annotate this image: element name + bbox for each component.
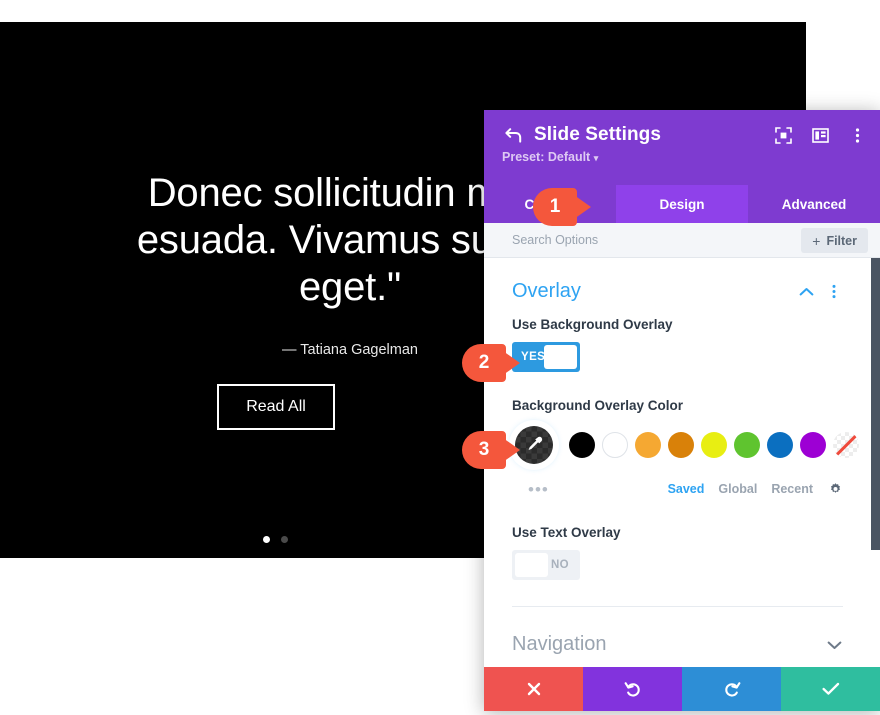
section-title-navigation: Navigation [512, 633, 607, 655]
swatch-blue[interactable] [767, 432, 793, 458]
toggle-value: YES [521, 351, 546, 363]
section-menu-icon[interactable] [825, 283, 843, 301]
label-background-overlay-color: Background Overlay Color [512, 398, 684, 413]
toggle-value: NO [550, 559, 569, 571]
search-input[interactable] [512, 233, 762, 247]
color-swatch-row [512, 423, 859, 467]
more-vertical-icon[interactable] [848, 126, 866, 144]
swatch-purple[interactable] [800, 432, 826, 458]
swatch-light-orange[interactable] [635, 432, 661, 458]
color-source-tabs: Saved Global Recent [668, 481, 843, 497]
tab-content[interactable]: Content [484, 185, 616, 223]
gear-icon[interactable] [827, 481, 843, 497]
filter-label: Filter [826, 233, 857, 248]
label-use-text-overlay: Use Text Overlay [512, 525, 621, 540]
chevron-down-icon[interactable] [825, 636, 843, 654]
redo-button[interactable] [682, 667, 781, 711]
section-header-overlay[interactable]: Overlay [512, 258, 843, 317]
preset-selector[interactable]: Preset: Default ▾ [502, 150, 862, 164]
chevron-down-icon: ▾ [593, 153, 599, 163]
swatch-dark-orange[interactable] [668, 432, 694, 458]
field-use-background-overlay: Use Background Overlay YES [512, 317, 843, 372]
modal-title: Slide Settings [534, 124, 662, 145]
save-button[interactable] [781, 667, 880, 711]
search-row: + Filter [484, 223, 880, 258]
check-icon [821, 682, 839, 695]
swatch-white[interactable] [602, 432, 628, 458]
toggle-use-text-overlay[interactable]: NO [512, 550, 580, 580]
slider-dot-2[interactable] [280, 536, 288, 543]
preset-label: Preset: Default [502, 150, 591, 164]
redo-icon [724, 682, 740, 697]
cancel-button[interactable] [484, 667, 583, 711]
color-tab-saved[interactable]: Saved [668, 482, 705, 496]
scrollbar-thumb[interactable] [871, 258, 880, 550]
swatch-none[interactable] [833, 432, 859, 458]
field-use-text-overlay: Use Text Overlay NO [512, 525, 843, 580]
more-colors-icon[interactable]: ••• [528, 481, 549, 498]
chevron-up-icon[interactable] [797, 283, 815, 301]
screen: Donec sollicitudin mole esuada. Vivamus … [0, 0, 880, 715]
options-scroll-area: Overlay Use Background Overlay YES Backg… [484, 258, 871, 667]
swatch-yellow[interactable] [701, 432, 727, 458]
read-all-button[interactable]: Read All [217, 384, 335, 430]
scrollbar-track[interactable] [871, 258, 880, 667]
slider-dot-1[interactable] [262, 536, 270, 543]
close-icon [527, 682, 540, 696]
modal-footer-actions [484, 667, 880, 711]
modal-tabs: Content Design Advanced [484, 185, 880, 223]
modal-header: Slide Settings Preset: Default ▾ [484, 110, 880, 185]
color-picker-button[interactable] [512, 423, 556, 467]
toggle-knob [544, 345, 577, 369]
color-tab-recent[interactable]: Recent [771, 482, 813, 496]
toggle-use-background-overlay[interactable]: YES [512, 342, 580, 372]
color-tab-global[interactable]: Global [718, 482, 757, 496]
modal-body: Overlay Use Background Overlay YES Backg… [484, 258, 880, 667]
tab-design[interactable]: Design [616, 185, 748, 223]
toggle-knob [515, 553, 548, 577]
layout-view-icon[interactable] [811, 126, 829, 144]
slider-pagination[interactable] [0, 536, 550, 543]
section-header-navigation[interactable]: Navigation [512, 607, 843, 667]
filter-button[interactable]: + Filter [801, 228, 868, 253]
label-use-background-overlay: Use Background Overlay [512, 317, 673, 332]
undo-icon [624, 682, 640, 697]
back-arrow-icon[interactable] [502, 124, 524, 146]
field-background-overlay-color: Background Overlay Color ••• Saved Globa… [512, 398, 859, 499]
undo-button[interactable] [583, 667, 682, 711]
swatch-green[interactable] [734, 432, 760, 458]
plus-icon: + [812, 232, 821, 249]
slide-settings-modal: Slide Settings Preset: Default ▾ Content… [484, 110, 880, 711]
swatch-black[interactable] [569, 432, 595, 458]
color-swatch-meta: ••• Saved Global Recent [512, 479, 843, 499]
section-title-overlay: Overlay [512, 280, 581, 302]
fullscreen-icon[interactable] [774, 126, 792, 144]
modal-header-actions [774, 126, 866, 144]
tab-advanced[interactable]: Advanced [748, 185, 880, 223]
eyedropper-icon [515, 426, 553, 464]
